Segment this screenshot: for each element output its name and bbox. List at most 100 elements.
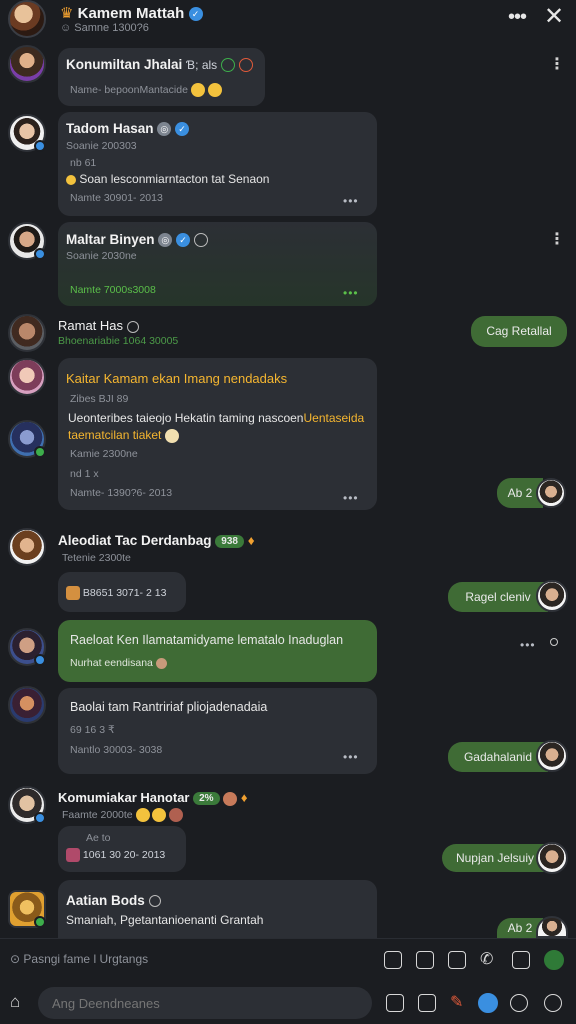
message-text: taematcilan tiaket <box>68 428 179 443</box>
mic-icon[interactable] <box>544 950 564 970</box>
vertical-more-icon[interactable]: ⋮ <box>549 54 565 74</box>
message-bubble[interactable]: Ae to 1061 30 20- 2013 <box>58 826 186 872</box>
document-icon[interactable] <box>418 994 436 1012</box>
message-meta: nb 61 <box>70 157 97 169</box>
message-meta: Faamte 2000te <box>62 808 184 822</box>
message-text: Soan lesconmiarntacton tat Senaon <box>66 172 269 186</box>
message-meta: Soanie 2030ne <box>66 250 137 262</box>
emoji-icon <box>152 808 167 822</box>
emoji-icon <box>66 174 76 185</box>
level-badge: 2% <box>193 792 220 806</box>
message-author: Konumiltan Jhalai Ɓ; als <box>66 57 253 73</box>
badge-icon: ◎ <box>157 122 172 137</box>
message-bubble[interactable]: Aatian Bods Smaniah, Pgetantanioenanti G… <box>58 880 377 938</box>
chat-title-text: Kamem Mattah <box>77 5 185 22</box>
message-time: Namte 7000s3008 <box>70 284 156 296</box>
sticker-icon[interactable] <box>384 951 402 969</box>
online-badge <box>34 446 46 458</box>
more-dots-icon[interactable]: ••• <box>343 194 359 208</box>
edit-icon[interactable] <box>416 951 434 969</box>
online-badge <box>34 812 46 824</box>
avatar[interactable] <box>536 478 566 508</box>
message-meta: Nurhat eendisana <box>70 657 167 669</box>
message-bubble[interactable]: Kaitar Kamam ekan Imang nendadaks Zibes … <box>58 358 377 510</box>
close-icon[interactable]: ✕ <box>544 2 564 31</box>
message-text: Smaniah, Pgetantanioenanti Grantah <box>66 913 264 927</box>
compose-field[interactable] <box>38 987 372 1019</box>
sent-message-bubble[interactable]: Ragel cleniv <box>448 582 548 612</box>
pen-icon[interactable]: ✎ <box>450 992 463 1012</box>
message-author: Aatian Bods <box>66 893 161 908</box>
message-text: Ueonteribes taieojo Hekatin taming nasco… <box>68 411 365 425</box>
emoji-icon <box>169 808 184 822</box>
more-options-icon[interactable]: ••• <box>508 6 527 29</box>
message-author: Tadom Hasan ◎ ✓ <box>66 121 190 137</box>
message-bubble[interactable]: Tadom Hasan ◎ ✓ Soanie 200303 nb 61 Soan… <box>58 112 377 216</box>
avatar[interactable] <box>8 358 46 396</box>
input-hint[interactable]: ⊙ Pasngi fame l Urgtangs <box>10 952 148 966</box>
more-dots-icon[interactable]: ••• <box>343 750 359 764</box>
fire-icon: ♦ <box>247 533 255 548</box>
message-text: Baolai tam Rantririaf pliojadenadaia <box>70 700 268 714</box>
sent-message-bubble[interactable]: Gadahalanid <box>448 742 548 772</box>
image-icon <box>66 848 80 862</box>
verified-icon: ✓ <box>176 233 191 248</box>
avatar[interactable] <box>536 740 568 772</box>
shield-icon[interactable] <box>544 994 562 1012</box>
message-text: Raeloat Ken Ilamatamidyame lematalo Inad… <box>70 633 344 647</box>
message-bubble[interactable]: Baolai tam Rantririaf pliojadenadaia 69 … <box>58 688 377 774</box>
chat-title: ♛ Kamem Mattah ✓ <box>60 4 203 22</box>
avatar[interactable] <box>8 528 46 566</box>
message-time: Nantlo 30003- 3038 <box>70 744 163 756</box>
verified-icon: ✓ <box>188 7 203 22</box>
online-badge <box>34 248 46 260</box>
status-icon <box>220 58 235 73</box>
sent-message-bubble[interactable]: Nupjan Jelsuiy <box>442 844 548 872</box>
verified-icon: ✓ <box>175 122 190 137</box>
message-meta: Tetenie 2300te <box>62 552 131 564</box>
message-author: Ramat Has <box>58 318 139 333</box>
message-title: Kaitar Kamam ekan Imang nendadaks <box>66 371 288 386</box>
image-icon <box>66 586 80 600</box>
message-meta: Kamie 2300ne <box>70 448 138 460</box>
gallery-icon[interactable] <box>386 994 404 1012</box>
video-icon[interactable] <box>448 951 466 969</box>
message-meta: Bhoenariabie 1064 30005 <box>58 335 179 347</box>
phone-icon[interactable]: ✆ <box>480 949 493 969</box>
chat-avatar[interactable] <box>8 0 46 38</box>
message-bubble[interactable]: B8651 3071- 2 13 <box>58 572 186 612</box>
more-dots-icon[interactable]: ••• <box>343 491 359 505</box>
camera-icon[interactable] <box>512 951 530 969</box>
circle-icon[interactable] <box>550 638 558 646</box>
more-dots-icon[interactable]: ••• <box>520 638 536 652</box>
message-meta: 69 16 3 ₹ <box>70 724 115 736</box>
message-bubble[interactable]: Konumiltan Jhalai Ɓ; als Name- bepoonMan… <box>58 48 265 106</box>
fire-icon: ♦ <box>240 790 248 805</box>
message-bubble[interactable]: Raeloat Ken Ilamatamidyame lematalo Inad… <box>58 620 377 682</box>
message-meta: Soanie 200303 <box>66 140 137 152</box>
avatar[interactable] <box>536 842 568 874</box>
message-meta: nd 1 x <box>70 468 99 480</box>
avatar[interactable] <box>8 686 46 724</box>
vertical-more-icon[interactable]: ⋮ <box>549 229 565 249</box>
crown-icon: ♛ <box>60 5 74 22</box>
emoji-icon <box>135 808 150 822</box>
home-icon[interactable]: ⌂ <box>10 992 20 1012</box>
status-icon <box>193 233 208 248</box>
avatar[interactable] <box>536 916 568 938</box>
online-badge <box>34 140 46 152</box>
chat-subtitle: ☺ Samne 1300?6 <box>60 22 149 34</box>
avatar[interactable] <box>8 45 46 83</box>
status-icon <box>126 320 139 333</box>
message-meta: Zibes BJI 89 <box>70 393 129 405</box>
avatar[interactable] <box>8 314 46 352</box>
emoji-picker-icon[interactable] <box>510 994 528 1012</box>
compose-input[interactable] <box>38 987 338 1019</box>
send-icon[interactable] <box>478 993 498 1013</box>
avatar[interactable] <box>536 580 568 612</box>
sent-message-bubble[interactable]: Cag Retallal <box>471 316 567 347</box>
message-bubble[interactable]: Maltar Binyen ◎ ✓ Soanie 2030ne Namte 70… <box>58 222 377 306</box>
status-icon <box>148 895 161 908</box>
badge-icon: ◎ <box>158 233 173 248</box>
more-dots-icon[interactable]: ••• <box>343 286 359 300</box>
